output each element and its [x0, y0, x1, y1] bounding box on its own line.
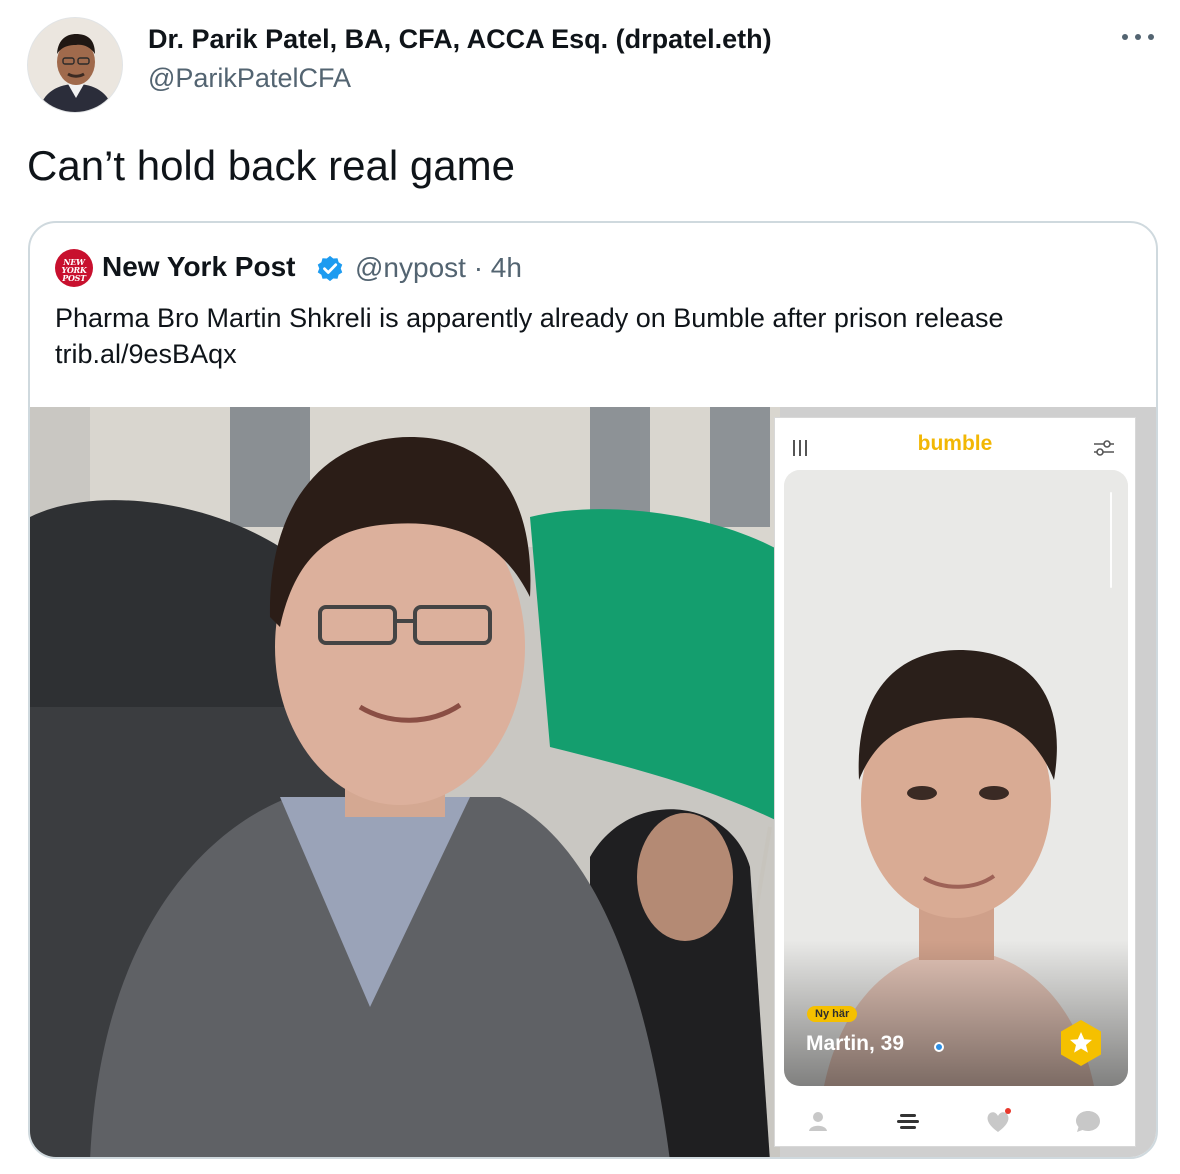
quoted-handle-time[interactable]: @nypost · 4h	[355, 252, 522, 284]
bumble-screenshot: bumble Ny här Martin, 39	[774, 417, 1136, 1147]
news-photo	[30, 407, 780, 1157]
author-name[interactable]: Dr. Parik Patel, BA, CFA, ACCA Esq. (drp…	[148, 24, 772, 55]
author-avatar[interactable]	[27, 17, 123, 113]
new-here-badge: Ny här	[807, 1006, 858, 1022]
photo-progress-bar	[1110, 492, 1112, 588]
avatar-photo	[28, 18, 122, 112]
verified-badge-icon	[317, 255, 343, 282]
author-handle[interactable]: @ParikPatelCFA	[148, 63, 351, 94]
filter-icon[interactable]	[1092, 438, 1116, 458]
profile-icon[interactable]	[803, 1106, 833, 1136]
menu-icon[interactable]	[893, 1106, 923, 1136]
quoted-text-line: Pharma Bro Martin Shkreli is apparently …	[55, 303, 1004, 333]
more-horizontal-icon[interactable]	[1118, 22, 1158, 52]
profile-name: Martin, 39	[806, 1032, 905, 1055]
chat-icon[interactable]	[1073, 1106, 1103, 1136]
quoted-media[interactable]: bumble Ny här Martin, 39	[30, 407, 1156, 1157]
quoted-link[interactable]: trib.al/9esBAqx	[55, 336, 1135, 372]
heart-icon[interactable]	[983, 1106, 1013, 1136]
bumble-tab-bar	[775, 1098, 1137, 1144]
quoted-tweet-card[interactable]: NEW YORK POST New York Post @nypost · 4h…	[28, 221, 1158, 1159]
profile-photo	[784, 470, 1128, 1086]
quoted-tweet-text: Pharma Bro Martin Shkreli is apparently …	[55, 300, 1135, 372]
quoted-author-name[interactable]: New York Post	[102, 251, 295, 283]
nypost-logo[interactable]: NEW YORK POST	[55, 249, 93, 287]
tweet-text: Can’t hold back real game	[27, 142, 515, 189]
profile-card[interactable]: Ny här Martin, 39	[784, 470, 1128, 1086]
verified-dot-icon	[934, 1042, 944, 1052]
superswipe-star-icon[interactable]	[1056, 1018, 1106, 1068]
bumble-logo: bumble	[917, 432, 993, 455]
